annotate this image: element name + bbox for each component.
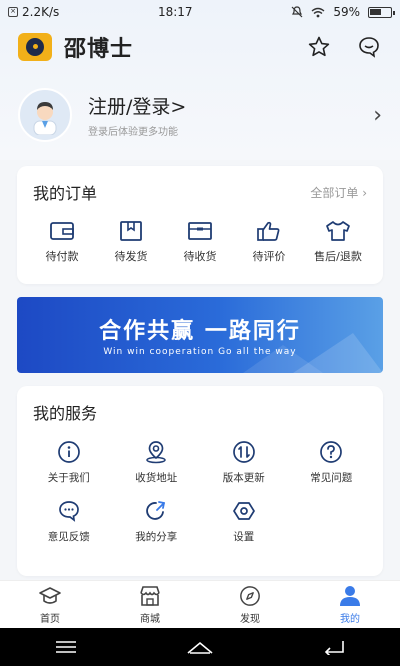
menu-icon[interactable] <box>55 640 77 654</box>
net-speed: 2.2K/s <box>22 5 60 19</box>
nav-mine[interactable]: 我的 <box>310 585 390 625</box>
star-icon[interactable] <box>306 34 332 60</box>
store-icon <box>140 585 160 606</box>
profile-login-row[interactable]: 注册/登录> 登录后体验更多功能 › <box>18 88 382 142</box>
notification-icon: × <box>8 7 18 17</box>
nav-label: 商城 <box>140 613 160 625</box>
home-icon <box>39 586 61 604</box>
nav-home[interactable]: 首页 <box>10 585 90 625</box>
battery-percent: 59% <box>333 5 360 19</box>
chevron-right-icon[interactable]: › <box>373 103 382 128</box>
feedback-icon <box>58 501 79 522</box>
brand-logo <box>18 33 52 61</box>
banner-title: 合作共赢 一路同行 <box>99 319 301 344</box>
login-subtitle: 登录后体验更多功能 <box>88 127 178 138</box>
shirt-icon <box>325 220 351 242</box>
orders-card: 我的订单 全部订单 › 待付款 待发货 待收货 待评价 售后/退款 <box>17 166 383 284</box>
order-label: 待收货 <box>183 250 217 263</box>
brand-name: 邵博士 <box>64 37 134 62</box>
thumbs-up-icon <box>256 220 282 242</box>
update-icon <box>232 441 255 463</box>
order-after-sales[interactable]: 售后/退款 <box>309 220 367 264</box>
question-icon <box>320 441 343 463</box>
services-card: 我的服务 关于我们 收货地址 版本更新 常见问题 意见反馈 我的分享 设置 <box>17 386 383 576</box>
nav-discover[interactable]: 发现 <box>210 585 290 625</box>
chat-icon[interactable] <box>356 34 382 60</box>
avatar[interactable] <box>18 88 72 142</box>
status-bar: × 2.2K/s 18:17 59% <box>0 0 400 24</box>
system-nav-bar <box>0 628 400 666</box>
clock: 18:17 <box>157 5 193 19</box>
service-label: 常见问题 <box>310 472 353 484</box>
info-icon <box>57 441 80 463</box>
promo-banner[interactable]: 合作共赢 一路同行 Win win cooperation Go all the… <box>17 297 383 373</box>
settings-icon <box>232 502 255 520</box>
service-label: 关于我们 <box>47 472 90 484</box>
box-icon <box>187 220 213 242</box>
user-icon <box>340 585 360 606</box>
battery-fill <box>369 8 381 15</box>
order-label: 待付款 <box>45 250 79 263</box>
banner-subtitle: Win win cooperation Go all the way <box>103 347 297 357</box>
nav-store[interactable]: 商城 <box>110 585 190 625</box>
order-label: 待发货 <box>114 250 148 263</box>
package-icon <box>118 220 144 242</box>
order-pending-review[interactable]: 待评价 <box>240 220 298 264</box>
wallet-icon <box>49 220 75 242</box>
service-label: 我的分享 <box>135 531 178 543</box>
service-label: 意见反馈 <box>47 531 90 543</box>
service-label: 收货地址 <box>135 472 178 484</box>
back-icon[interactable] <box>323 639 345 655</box>
nav-label: 首页 <box>40 613 60 625</box>
service-version-update[interactable]: 版本更新 <box>200 440 288 485</box>
service-label: 版本更新 <box>222 472 265 484</box>
battery-icon <box>367 6 395 18</box>
app-header: 邵博士 <box>0 26 400 68</box>
service-shipping-address[interactable]: 收货地址 <box>113 440 201 485</box>
service-settings[interactable]: 设置 <box>200 499 288 544</box>
nav-label: 发现 <box>240 613 260 625</box>
service-about-us[interactable]: 关于我们 <box>25 440 113 485</box>
bottom-nav: 首页 商城 发现 我的 <box>0 580 400 628</box>
services-title: 我的服务 <box>33 404 98 423</box>
all-orders-link[interactable]: 全部订单 › <box>310 184 367 201</box>
compass-icon <box>240 585 260 606</box>
service-my-share[interactable]: 我的分享 <box>113 499 201 544</box>
service-label: 设置 <box>233 531 255 543</box>
location-icon <box>146 441 166 464</box>
order-pending-shipment[interactable]: 待发货 <box>102 220 160 264</box>
order-label: 售后/退款 <box>314 250 362 263</box>
share-icon <box>146 501 166 520</box>
login-title[interactable]: 注册/登录> <box>88 92 186 119</box>
service-feedback[interactable]: 意见反馈 <box>25 499 113 544</box>
mute-icon <box>291 6 303 18</box>
order-label: 待评价 <box>252 250 286 263</box>
order-pending-payment[interactable]: 待付款 <box>33 220 91 264</box>
wifi-icon <box>311 7 325 17</box>
nav-label: 我的 <box>340 613 360 625</box>
home-button-icon[interactable] <box>186 639 214 655</box>
orders-title: 我的订单 <box>33 184 98 203</box>
service-faq[interactable]: 常见问题 <box>288 440 376 485</box>
order-pending-receipt[interactable]: 待收货 <box>171 220 229 264</box>
